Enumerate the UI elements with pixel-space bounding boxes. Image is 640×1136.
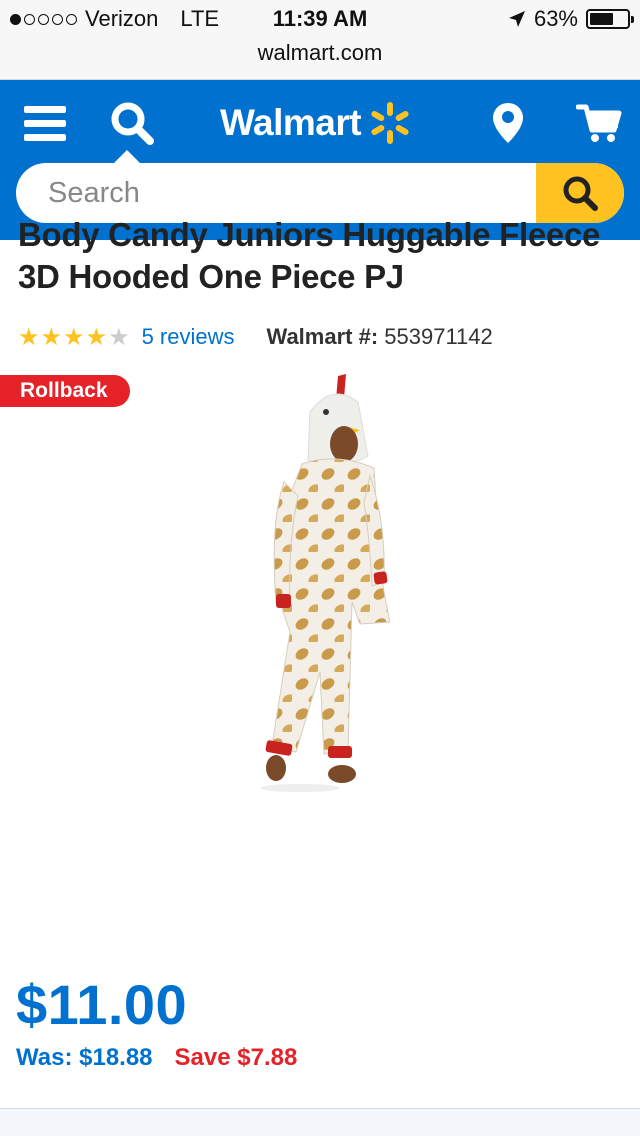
price-details: Was: $18.88 Save $7.88 xyxy=(16,1044,297,1072)
current-price: $11.00 xyxy=(16,973,188,1036)
item-number-label: Walmart #: xyxy=(266,324,379,349)
walmart-logo[interactable]: Walmart xyxy=(220,98,413,148)
battery-fill xyxy=(590,13,613,25)
reviews-link[interactable]: 5 reviews xyxy=(142,324,235,350)
logo-text: Walmart xyxy=(220,102,362,143)
star-filled-icon: ★ xyxy=(18,323,40,351)
address-bar[interactable]: walmart.com xyxy=(0,40,640,66)
location-arrow-icon xyxy=(508,11,525,27)
search-caret xyxy=(113,150,141,164)
was-price: Was: $18.88 xyxy=(16,1044,153,1071)
search-icon xyxy=(563,176,598,211)
section-divider xyxy=(0,1108,640,1136)
star-filled-icon: ★ xyxy=(85,323,108,351)
battery-percent: 63% xyxy=(533,6,578,31)
item-number-value: 553971142 xyxy=(384,324,493,349)
star-rating: ★ ★ ★ ★ ★ xyxy=(18,323,130,352)
star-filled-icon: ★ xyxy=(40,323,63,351)
cart-icon[interactable] xyxy=(574,98,624,148)
menu-icon[interactable] xyxy=(22,98,68,148)
search-icon[interactable] xyxy=(106,98,158,148)
status-bar: Verizon LTE 11:39 AM 63% walmart.com xyxy=(0,0,640,80)
rollback-badge: Rollback xyxy=(0,375,130,407)
battery-icon xyxy=(586,9,634,29)
product-image[interactable] xyxy=(240,372,400,796)
item-number: Walmart #: 553971142 xyxy=(267,324,493,350)
savings-amount: Save $7.88 xyxy=(174,1044,298,1071)
star-filled-icon: ★ xyxy=(63,323,85,351)
star-empty-icon: ★ xyxy=(108,323,130,351)
location-pin-icon[interactable] xyxy=(486,98,530,148)
spark-icon xyxy=(371,102,409,144)
product-title: Body Candy Juniors Huggable Fleece 3D Ho… xyxy=(18,216,601,295)
rating-row: ★ ★ ★ ★ ★ 5 reviews Walmart #: 553971142 xyxy=(18,322,493,352)
